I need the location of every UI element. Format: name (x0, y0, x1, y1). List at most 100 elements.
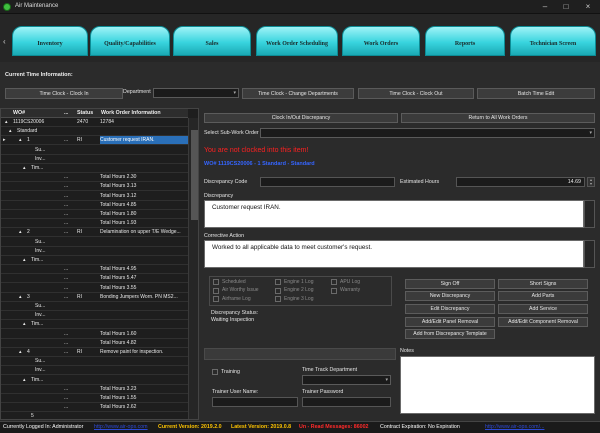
table-row[interactable]: Inv... (1, 311, 188, 321)
unread-messages[interactable]: Un - Read Messages: 86002 (299, 422, 368, 433)
training-checkbox[interactable] (212, 369, 218, 375)
row-wo: 3 (27, 293, 30, 300)
sign-off-button[interactable]: Sign Off (405, 279, 495, 289)
panel-removal-button[interactable]: Add/Edit Panel Removal (405, 317, 495, 327)
table-row[interactable]: ▴ Tim... (1, 256, 188, 265)
table-row[interactable]: ... Total Hours 4.82 (1, 339, 188, 348)
add-service-button[interactable]: Add Service (498, 304, 588, 314)
header-info[interactable]: Work Order Information (101, 109, 161, 118)
discrepancy-template-button[interactable]: Add from Discrepancy Template (405, 329, 495, 339)
sub-work-order-select[interactable]: ▾ (260, 128, 595, 138)
close-icon[interactable]: × (578, 1, 598, 13)
table-row[interactable]: Inv... (1, 366, 188, 376)
table-row[interactable]: ... Total Hours 3.23 (1, 385, 188, 394)
tab-sales[interactable]: Sales (173, 26, 251, 56)
minimize-icon[interactable]: – (535, 1, 555, 13)
short-signs-button[interactable]: Short Signs (498, 279, 588, 289)
table-row[interactable]: ... Total Hours 2.30 (1, 173, 188, 183)
table-row[interactable]: ▸ ▴ 1... RI Customer request IRAN. (1, 136, 188, 146)
table-row[interactable]: ... Total Hours 1.55 (1, 394, 188, 403)
table-row[interactable]: Su... (1, 238, 188, 247)
table-row[interactable]: ... Total Hours 2.62 (1, 403, 188, 413)
trainer-user-field[interactable] (212, 397, 298, 407)
row-info: Total Hours 1.93 (100, 220, 137, 227)
table-row[interactable]: ... Total Hours 1.80 (1, 210, 188, 219)
header-status[interactable]: Status (77, 109, 93, 118)
change-departments-button[interactable]: Time Clock - Change Departments (242, 88, 354, 99)
clock-out-button[interactable]: Time Clock - Clock Out (358, 88, 474, 99)
tab-scroll-left-icon[interactable]: ‹ (3, 37, 6, 46)
chevron-down-icon: ▾ (233, 90, 236, 96)
corrective-scrollbar[interactable] (584, 240, 595, 268)
maximize-icon[interactable]: □ (556, 1, 576, 13)
header-wo[interactable]: WO# (13, 109, 25, 118)
discrepancy-textarea[interactable]: Customer request IRAN. (204, 200, 584, 228)
table-row[interactable]: ▴ 1119CS20006 2470 12784 (1, 118, 188, 127)
support-link[interactable]: http://www.air-ops.com/... (485, 422, 544, 433)
tab-reports[interactable]: Reports (425, 26, 505, 56)
table-row[interactable]: ▴ 3... RI Bonding Jumpers Worn. PN MS2... (1, 293, 188, 302)
log-checkbox[interactable] (331, 279, 337, 285)
expand-toggle-icon: ▴ (23, 321, 26, 328)
log-checkbox[interactable] (331, 287, 337, 294)
table-row[interactable]: ▴ 4... RI Remove paint for inspection. (1, 348, 188, 357)
trainer-user-label: Trainer User Name: (212, 389, 259, 395)
table-row[interactable]: Su... (1, 146, 188, 155)
table-row[interactable]: Su... (1, 357, 188, 367)
table-row[interactable]: ... Total Hours 3.13 (1, 182, 188, 192)
tab-work-order-scheduling[interactable]: Work Order Scheduling (256, 26, 338, 56)
edit-discrepancy-button[interactable]: Edit Discrepancy (405, 304, 495, 314)
table-row[interactable]: ... Total Hours 5.47 (1, 274, 188, 284)
tab-technician-screen[interactable]: Technician Screen (510, 26, 596, 56)
estimated-hours-field[interactable]: 14.69 (456, 177, 585, 187)
batch-time-edit-button[interactable]: Batch Time Edit (477, 88, 595, 99)
grid-scroll-thumb[interactable] (191, 130, 198, 220)
clock-discrepancy-button[interactable]: Clock In/Out Discrepancy (204, 113, 398, 123)
department-select[interactable]: ▾ (153, 88, 239, 98)
table-row[interactable]: ▴ Tim... (1, 320, 188, 330)
log-checkbox[interactable] (213, 279, 219, 285)
clock-in-button[interactable]: Time Clock - Clock In (5, 88, 123, 99)
new-discrepancy-button[interactable]: New Discrepancy (405, 291, 495, 301)
time-track-select[interactable]: ▾ (302, 375, 391, 385)
table-row[interactable]: ... Total Hours 4.95 (1, 265, 188, 275)
log-checkbox[interactable] (213, 296, 219, 302)
table-row[interactable]: ▴ Tim... (1, 164, 188, 173)
component-removal-button[interactable]: Add/Edit Component Removal (498, 317, 588, 327)
header-dots[interactable]: ... (64, 109, 68, 118)
row-wo: Su... (35, 238, 46, 245)
log-checkbox[interactable] (213, 287, 219, 294)
tab-quality[interactable]: Quality/Capabilities (90, 26, 170, 56)
grid-scrollbar[interactable] (188, 118, 198, 419)
discrepancy-scrollbar[interactable] (584, 200, 595, 228)
log-checkbox[interactable] (275, 279, 281, 285)
table-row[interactable]: ▴ Standard (1, 127, 188, 137)
website-link[interactable]: http://www.air-ops.com (94, 422, 148, 433)
tab-work-orders[interactable]: Work Orders (342, 26, 420, 56)
return-all-work-orders-button[interactable]: Return to All Work Orders (401, 113, 595, 123)
table-row[interactable]: ... Total Hours 1.93 (1, 219, 188, 229)
table-row[interactable]: Inv... (1, 155, 188, 164)
corrective-action-textarea[interactable]: Worked to all applicable data to meet cu… (204, 240, 584, 268)
time-info-label: Current Time Information: (5, 72, 73, 78)
log-checkbox[interactable] (275, 296, 281, 302)
table-row[interactable]: ... Total Hours 1.60 (1, 330, 188, 339)
table-row[interactable]: ▴ 2... RI Delamination on upper T/E Wedge..… (1, 228, 188, 238)
table-row[interactable]: Inv... (1, 247, 188, 256)
table-row[interactable]: ... Total Hours 4.85 (1, 201, 188, 210)
log-checkbox[interactable] (275, 287, 281, 294)
notes-textarea[interactable] (400, 356, 595, 414)
trainer-password-field[interactable] (302, 397, 391, 407)
table-row[interactable]: Su... (1, 302, 188, 311)
table-row[interactable]: ... Total Hours 3.12 (1, 192, 188, 201)
hours-spinner-icon[interactable]: ▴ ▾ (587, 177, 595, 187)
table-row[interactable]: ... Total Hours 3.55 (1, 284, 188, 293)
window-title: Air Maintenance (15, 3, 59, 9)
discrepancy-status-value: Waiting Inspection (211, 317, 255, 323)
add-parts-button[interactable]: Add Parts (498, 291, 588, 301)
table-row[interactable]: ▴ Tim... (1, 376, 188, 385)
table-row[interactable]: 5 (1, 412, 188, 419)
row-info: Total Hours 4.85 (100, 201, 137, 208)
discrepancy-code-field[interactable] (260, 177, 395, 187)
tab-inventory[interactable]: Inventory (12, 26, 88, 56)
